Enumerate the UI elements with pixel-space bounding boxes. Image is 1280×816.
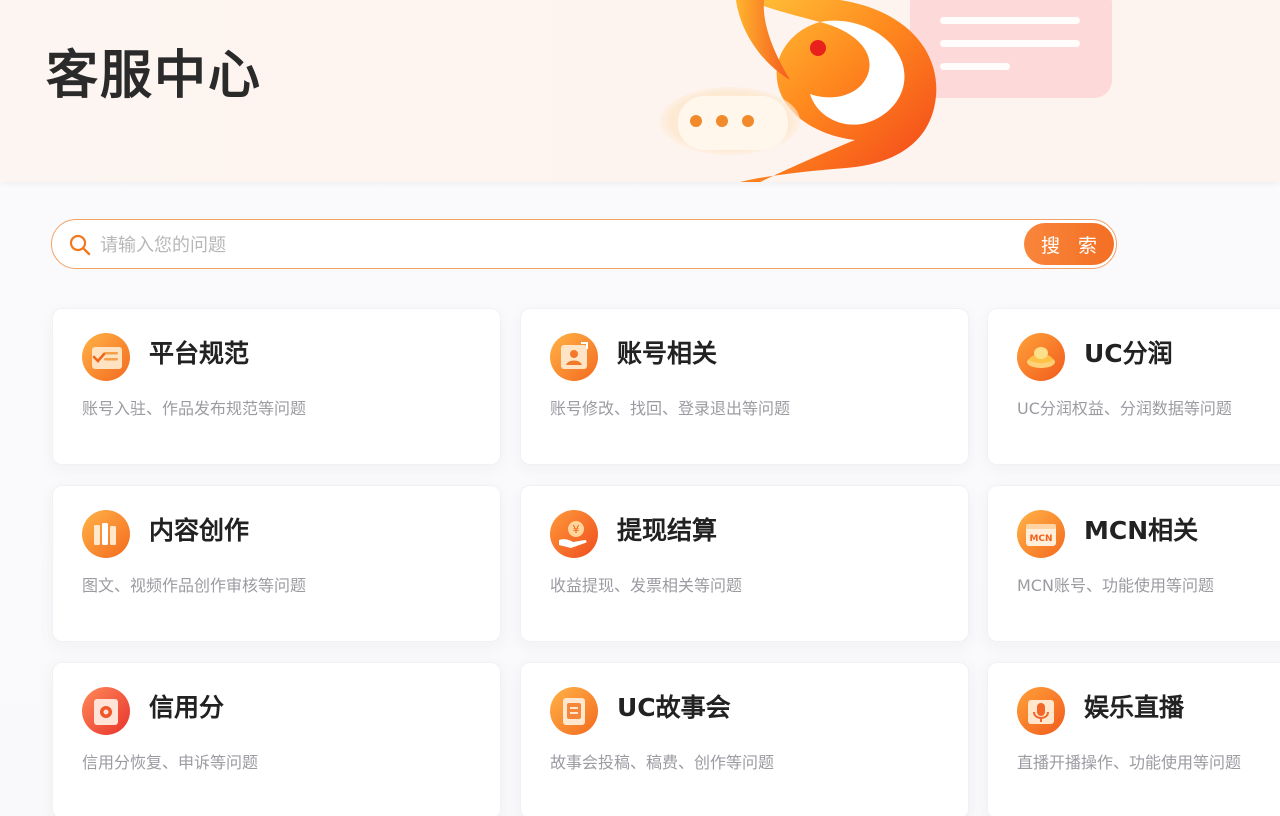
yuan-coin-hand-icon: ¥ bbox=[550, 510, 598, 558]
category-card-account[interactable]: 账号相关 账号修改、找回、登录退出等问题 bbox=[520, 308, 969, 465]
document-icon bbox=[82, 333, 130, 381]
mcn-icon: MCN bbox=[1017, 510, 1065, 558]
svg-text:¥: ¥ bbox=[573, 523, 580, 536]
category-card-mcn[interactable]: MCN MCN相关 MCN账号、功能使用等问题 bbox=[987, 485, 1280, 642]
category-card-content-creation[interactable]: 内容创作 图文、视频作品创作审核等问题 bbox=[52, 485, 501, 642]
mascot-illustration bbox=[660, 0, 1112, 182]
category-description: 收益提现、发票相关等问题 bbox=[550, 576, 743, 595]
category-card-credit-score[interactable]: 信用分 信用分恢复、申诉等问题 bbox=[52, 662, 501, 816]
category-title: 信用分 bbox=[149, 693, 225, 722]
credit-icon bbox=[82, 687, 130, 735]
category-description: 账号入驻、作品发布规范等问题 bbox=[82, 399, 307, 418]
category-card-platform-rules[interactable]: 平台规范 账号入驻、作品发布规范等问题 bbox=[52, 308, 501, 465]
customer-service-page: 客服中心 请输入您的问题 搜 索 平台规范 账号入驻、作品发布规范等问题 账号相… bbox=[0, 0, 1280, 816]
story-book-icon bbox=[550, 687, 598, 735]
category-description: 图文、视频作品创作审核等问题 bbox=[82, 576, 307, 595]
category-card-live-streaming[interactable]: 娱乐直播 直播开播操作、功能使用等问题 bbox=[987, 662, 1280, 816]
account-icon bbox=[550, 333, 598, 381]
category-title: 提现结算 bbox=[617, 516, 718, 545]
category-description: MCN账号、功能使用等问题 bbox=[1017, 576, 1214, 595]
category-title: 内容创作 bbox=[149, 516, 250, 545]
category-description: 账号修改、找回、登录退出等问题 bbox=[550, 399, 791, 418]
header-banner: 客服中心 bbox=[0, 0, 1280, 182]
category-title: UC故事会 bbox=[617, 693, 731, 722]
search-input[interactable] bbox=[98, 229, 1052, 261]
search-bar: 搜 索 bbox=[51, 219, 1117, 269]
search-button[interactable]: 搜 索 bbox=[1024, 223, 1114, 265]
category-card-uc-revenue-share[interactable]: UC分润 UC分润权益、分润数据等问题 bbox=[987, 308, 1280, 465]
category-card-uc-story[interactable]: UC故事会 故事会投稿、稿费、创作等问题 bbox=[520, 662, 969, 816]
books-icon bbox=[82, 510, 130, 558]
gold-ingot-icon bbox=[1017, 333, 1065, 381]
search-icon bbox=[69, 234, 91, 256]
category-description: 故事会投稿、稿费、创作等问题 bbox=[550, 753, 775, 772]
category-description: 直播开播操作、功能使用等问题 bbox=[1017, 753, 1242, 772]
category-title: 平台规范 bbox=[149, 339, 250, 368]
page-title: 客服中心 bbox=[46, 46, 263, 106]
category-title: MCN相关 bbox=[1084, 516, 1199, 545]
category-title: UC分润 bbox=[1084, 339, 1173, 368]
category-description: UC分润权益、分润数据等问题 bbox=[1017, 399, 1232, 418]
svg-text:MCN: MCN bbox=[1029, 534, 1052, 544]
microphone-icon bbox=[1017, 687, 1065, 735]
category-title: 娱乐直播 bbox=[1084, 693, 1185, 722]
category-card-withdrawal-settlement[interactable]: ¥ 提现结算 收益提现、发票相关等问题 bbox=[520, 485, 969, 642]
category-title: 账号相关 bbox=[617, 339, 718, 368]
category-description: 信用分恢复、申诉等问题 bbox=[82, 753, 259, 772]
